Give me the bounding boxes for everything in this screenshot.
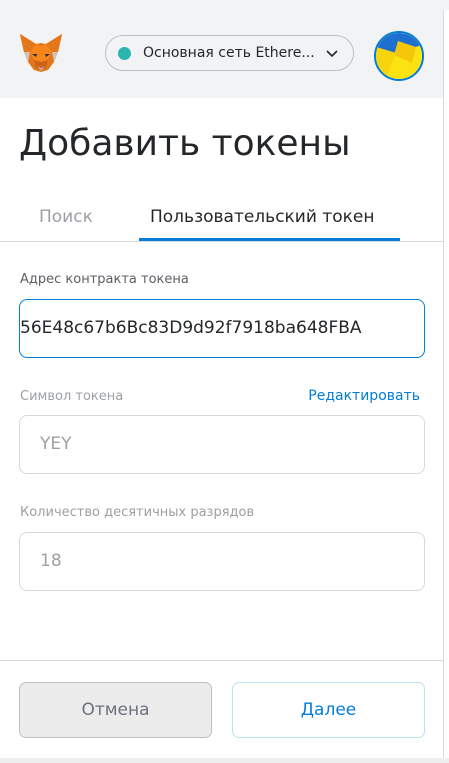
footer-divider xyxy=(0,660,443,661)
account-identicon xyxy=(376,33,422,79)
network-status-dot xyxy=(118,47,131,60)
network-label: Основная сеть Ethere... xyxy=(143,45,315,61)
next-button[interactable]: Далее xyxy=(232,682,425,738)
chevron-down-icon xyxy=(326,50,338,58)
token-symbol-input[interactable]: YEY xyxy=(19,415,425,474)
window-edge xyxy=(443,10,444,763)
network-selector[interactable]: Основная сеть Ethere... xyxy=(105,35,354,71)
token-decimals-label: Количество десятичных разрядов xyxy=(20,505,255,520)
metamask-fox-icon[interactable] xyxy=(18,32,64,74)
token-address-input[interactable]: 56E48c67b6Bc83D9d92f7918ba648FBA xyxy=(19,299,425,358)
edit-symbol-link[interactable]: Редактировать xyxy=(308,388,420,404)
account-avatar[interactable] xyxy=(374,31,424,81)
browser-bottom-strip xyxy=(0,758,449,763)
tab-custom-token[interactable]: Пользовательский токен xyxy=(150,207,374,227)
tabs-divider xyxy=(0,241,443,242)
token-address-label: Адрес контракта токена xyxy=(20,272,189,287)
page-title: Добавить токены xyxy=(19,123,351,164)
token-address-value: 56E48c67b6Bc83D9d92f7918ba648FBA xyxy=(20,318,362,338)
token-symbol-label: Символ токена xyxy=(20,389,124,404)
token-decimals-input[interactable]: 18 xyxy=(19,532,425,591)
tab-search[interactable]: Поиск xyxy=(39,207,93,227)
browser-chrome-strip xyxy=(0,0,449,10)
cancel-button[interactable]: Отмена xyxy=(19,682,212,738)
